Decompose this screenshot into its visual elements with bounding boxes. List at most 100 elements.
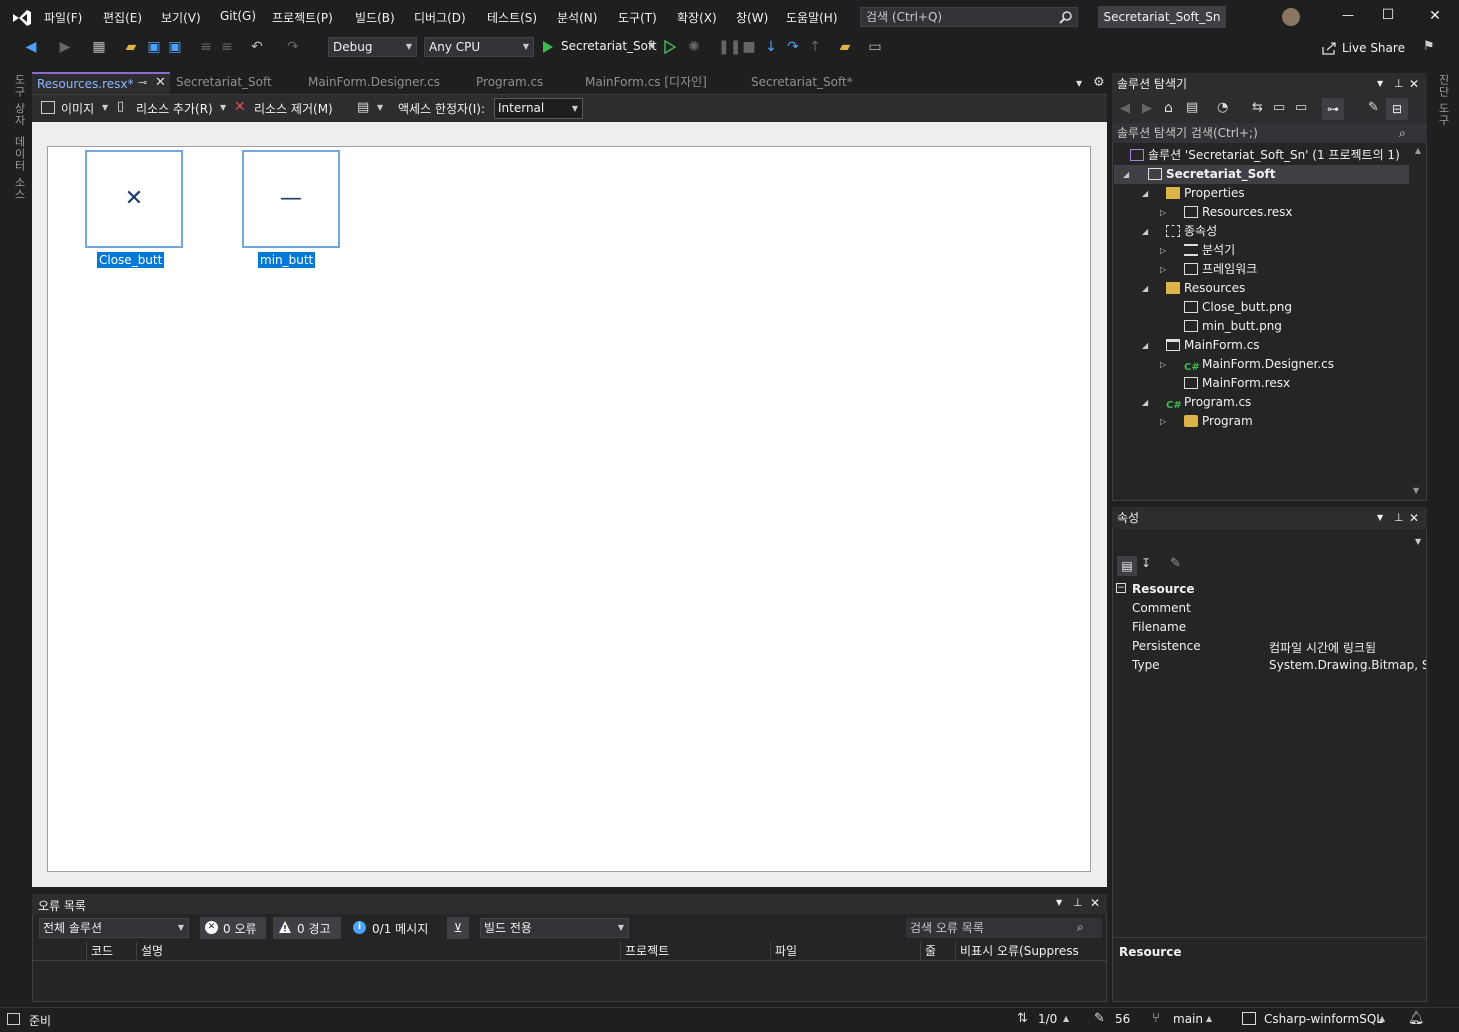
switch-views-icon[interactable]: ▤	[1186, 100, 1198, 115]
tree-close-butt-png[interactable]: Close_butt.png	[1114, 298, 1409, 317]
chevron-down-icon[interactable]: ▼	[1415, 537, 1421, 546]
pin-icon[interactable]: ⊥	[1394, 511, 1404, 524]
col-description[interactable]: 설명	[136, 942, 163, 961]
tab-mainform-designer[interactable]: MainForm.Designer.cs	[303, 72, 440, 94]
avatar[interactable]	[1282, 8, 1300, 26]
chevron-up-icon[interactable]: ▲	[1206, 1014, 1212, 1023]
status-repo[interactable]: Csharp-winformSQL	[1264, 1012, 1383, 1026]
property-pages-icon[interactable]: ✎	[1170, 556, 1181, 571]
tab-secretariat-soft[interactable]: Secretariat_Soft	[171, 72, 272, 94]
categorized-icon[interactable]: ▤	[1117, 556, 1137, 576]
run-icon[interactable]	[542, 40, 554, 54]
prop-name-filename[interactable]: Filename	[1132, 620, 1186, 634]
undo-icon[interactable]: ↶	[248, 38, 266, 56]
new-item-icon[interactable]: ▦	[90, 38, 108, 56]
share-icon[interactable]	[1322, 41, 1336, 55]
run-button[interactable]: Secretariat_Soft	[561, 39, 657, 53]
solution-config-icon[interactable]: ▰	[836, 38, 854, 56]
collapse-all-icon[interactable]: ▭	[1273, 100, 1285, 115]
save-all-icon[interactable]: ▣	[166, 38, 184, 56]
tree-properties[interactable]: ◢ Properties	[1114, 184, 1409, 203]
collapsed-icon[interactable]: ▷	[1160, 355, 1166, 374]
resource-designer-canvas[interactable]	[47, 146, 1091, 872]
tree-program-cs[interactable]: ◢ C# Program.cs	[1114, 393, 1409, 412]
col-line[interactable]: 줄	[920, 942, 936, 961]
access-modifier-select[interactable]: Internal ▼	[494, 98, 583, 119]
description-divider[interactable]	[1113, 937, 1426, 938]
collapsed-icon[interactable]: ▷	[1160, 412, 1166, 431]
menu-test[interactable]: 테스트(S)	[487, 9, 537, 26]
close-window-button[interactable]: ✕	[1425, 8, 1445, 24]
chevron-down-icon[interactable]: ▼	[1056, 898, 1062, 907]
back-icon[interactable]: ◀	[22, 38, 40, 56]
chevron-down-icon[interactable]: ▼	[649, 41, 655, 50]
home-icon[interactable]: ⌂	[1164, 100, 1173, 116]
tab-overflow-icon[interactable]: ▼	[1076, 79, 1082, 88]
tree-mainform-resx[interactable]: MainForm.resx	[1114, 374, 1409, 393]
prop-name-comment[interactable]: Comment	[1132, 601, 1191, 615]
comment-icon[interactable]: ≡	[197, 38, 215, 56]
menu-file[interactable]: 파일(F)	[44, 9, 82, 26]
build-filter-select[interactable]: 빌드 전용 ▼	[480, 918, 629, 938]
chevron-down-icon[interactable]: ▼	[377, 103, 383, 112]
prop-value-persistence[interactable]: 컴파일 시간에 링크됨	[1269, 639, 1376, 656]
status-edits[interactable]: 56	[1115, 1012, 1130, 1026]
sync-icon[interactable]: ⇆	[1252, 100, 1263, 115]
tree-solution[interactable]: 솔루션 'Secretariat_Soft_Sn' (1 프로젝트의 1)	[1114, 146, 1409, 165]
expanded-icon[interactable]: ◢	[1142, 279, 1148, 298]
forward-icon[interactable]: ▶	[1142, 101, 1152, 116]
menu-extensions[interactable]: 확장(X)	[677, 9, 717, 26]
menu-window[interactable]: 창(W)	[736, 9, 768, 26]
close-icon[interactable]: ✕	[1409, 77, 1419, 91]
tab-mainform-design[interactable]: MainForm.cs [디자인]	[580, 72, 707, 94]
tree-resources-resx[interactable]: ▷ Resources.resx	[1114, 203, 1409, 222]
maximize-button[interactable]: ☐	[1378, 7, 1398, 23]
solution-search-input[interactable]: 솔루션 탐색기 검색(Ctrl+;)	[1112, 123, 1427, 143]
search-input[interactable]: 검색 (Ctrl+Q)	[860, 7, 1078, 27]
layout-icon[interactable]: ▭	[866, 38, 884, 56]
redo-icon[interactable]: ↷	[284, 38, 302, 56]
menu-analyze[interactable]: 분석(N)	[557, 9, 597, 26]
filter-icon[interactable]: ⊻	[447, 917, 469, 939]
feedback-icon[interactable]: ⚑	[1423, 39, 1435, 54]
hot-reload-icon[interactable]: ✺	[685, 38, 703, 56]
chevron-down-icon[interactable]: ▼	[102, 103, 108, 112]
chevron-down-icon[interactable]: ▼	[1377, 513, 1383, 522]
pin-icon[interactable]: ⊥	[1073, 896, 1083, 909]
tab-secretariat-soft-2[interactable]: Secretariat_Soft*	[746, 72, 853, 94]
error-search-input[interactable]: 검색 오류 목록	[906, 918, 1102, 938]
prop-value-type[interactable]: System.Drawing.Bitmap, Syst	[1269, 658, 1426, 672]
tree-project[interactable]: ◢ Secretariat_Soft	[1114, 165, 1409, 184]
prop-name-type[interactable]: Type	[1132, 658, 1160, 672]
show-all-files-icon[interactable]: ▭	[1295, 100, 1307, 115]
chevron-down-icon[interactable]: ▼	[220, 103, 226, 112]
col-file[interactable]: 파일	[770, 942, 797, 961]
tree-scrollbar[interactable]: ▲	[1410, 146, 1426, 500]
add-resource-button[interactable]: 리소스 추가(R)	[136, 100, 213, 117]
tab-program[interactable]: Program.cs	[471, 72, 543, 94]
open-folder-icon[interactable]: ▰	[122, 38, 140, 56]
pin-icon[interactable]: ⊸	[138, 76, 147, 89]
close-tab-icon[interactable]: ✕	[155, 75, 166, 90]
tree-mainform-designer[interactable]: ▷ C# MainForm.Designer.cs	[1114, 355, 1409, 374]
menu-build[interactable]: 빌드(B)	[355, 9, 395, 26]
vs-logo-icon[interactable]	[11, 8, 33, 28]
platform-select[interactable]: Any CPU ▼	[424, 37, 534, 57]
col-code[interactable]: 코드	[86, 942, 113, 961]
images-dropdown[interactable]: 이미지	[61, 100, 94, 117]
collapse-category-icon[interactable]: −	[1116, 583, 1126, 593]
diagnostic-tools-tab[interactable]: 진단 도구	[1435, 74, 1451, 127]
alphabetical-icon[interactable]: ↧	[1141, 556, 1151, 570]
tree-frameworks[interactable]: ▷ 프레임워크	[1114, 260, 1409, 279]
uncomment-icon[interactable]: ≡	[218, 38, 236, 56]
collapsed-icon[interactable]: ▷	[1160, 241, 1166, 260]
expanded-icon[interactable]: ◢	[1142, 336, 1148, 355]
status-branch[interactable]: main	[1173, 1012, 1203, 1026]
properties-icon[interactable]: ⊟	[1386, 98, 1408, 120]
menu-view[interactable]: 보기(V)	[161, 9, 201, 26]
menu-debug[interactable]: 디버그(D)	[414, 9, 466, 26]
scroll-down-icon[interactable]: ▼	[1413, 486, 1419, 495]
object-selector[interactable]	[1113, 531, 1426, 551]
tree-mainform[interactable]: ◢ MainForm.cs	[1114, 336, 1409, 355]
messages-filter-button[interactable]: 0/1 메시지	[372, 920, 428, 937]
